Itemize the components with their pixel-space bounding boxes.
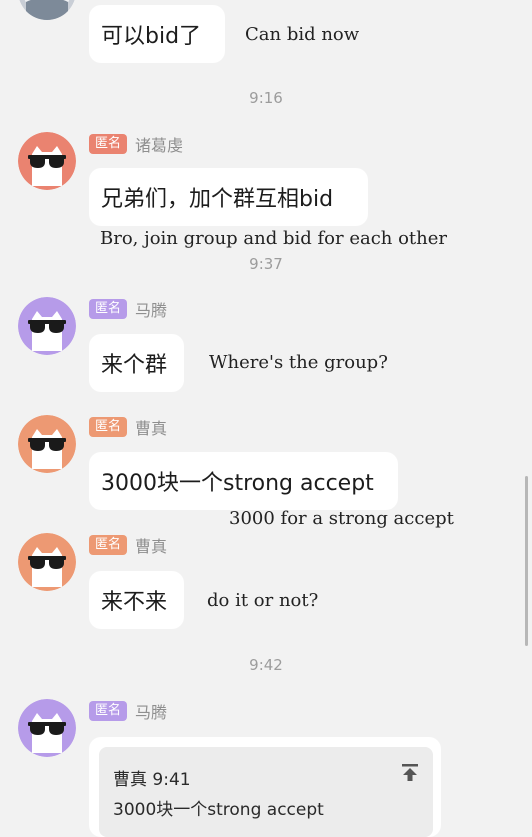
- anonymous-badge: 匿名: [89, 701, 128, 721]
- translation-text: Bro, join group and bid for each other: [100, 228, 448, 249]
- message-bubble[interactable]: 兄弟们，加个群互相bid: [89, 168, 368, 226]
- pin-top-icon[interactable]: [399, 761, 421, 783]
- anonymous-badge: 匿名: [89, 134, 128, 154]
- timestamp: 9:42: [249, 656, 283, 674]
- avatar-icon: [19, 0, 75, 20]
- avatar[interactable]: [18, 132, 76, 190]
- quote-inner[interactable]: 曹真 9:41 3000块一个strong accept: [99, 747, 433, 837]
- timestamp: 9:37: [249, 255, 283, 273]
- translation-text: 3000 for a strong accept: [229, 508, 454, 529]
- sender-name[interactable]: 诸葛虔: [135, 132, 183, 156]
- message-text: 3000块一个strong accept: [101, 471, 374, 496]
- message-text: 可以bid了: [101, 24, 202, 49]
- avatar[interactable]: [18, 533, 76, 591]
- sender-row: 匿名 马腾: [89, 298, 167, 320]
- anonymous-badge: 匿名: [89, 417, 128, 437]
- timestamp: 9:16: [249, 89, 283, 107]
- message-bubble[interactable]: 可以bid了: [89, 5, 225, 63]
- translation-text: Can bid now: [245, 24, 360, 45]
- sender-name[interactable]: 曹真: [135, 533, 167, 557]
- scrollbar[interactable]: [525, 476, 528, 646]
- sender-row: 匿名 马腾: [89, 700, 167, 722]
- sender-name[interactable]: 曹真: [135, 415, 167, 439]
- translation-text: Where's the group?: [209, 352, 388, 373]
- cat-sunglasses-avatar-icon: [18, 132, 76, 190]
- message-bubble[interactable]: 来不来: [89, 571, 184, 629]
- message-text: 兄弟们，加个群互相bid: [101, 187, 334, 212]
- message-bubble[interactable]: 3000块一个strong accept: [89, 452, 398, 510]
- translation-text: do it or not?: [207, 590, 319, 611]
- message-text: 来不来: [101, 590, 168, 615]
- avatar[interactable]: [18, 0, 76, 20]
- quote-header: 曹真 9:41: [113, 770, 191, 790]
- sender-row: 匿名 诸葛虔: [89, 133, 183, 155]
- quoted-message-card[interactable]: 曹真 9:41 3000块一个strong accept: [89, 737, 441, 837]
- cat-sunglasses-avatar-icon: [18, 415, 76, 473]
- cat-sunglasses-avatar-icon: [18, 699, 76, 757]
- quote-body: 3000块一个strong accept: [113, 800, 324, 820]
- avatar[interactable]: [18, 699, 76, 757]
- sender-row: 匿名 曹真: [89, 416, 167, 438]
- sender-name[interactable]: 马腾: [135, 297, 167, 321]
- cat-sunglasses-avatar-icon: [18, 297, 76, 355]
- message-text: 来个群: [101, 353, 168, 378]
- sender-row: 匿名 曹真: [89, 534, 167, 556]
- cat-sunglasses-avatar-icon: [18, 533, 76, 591]
- message-bubble[interactable]: 来个群: [89, 334, 184, 392]
- anonymous-badge: 匿名: [89, 535, 128, 555]
- avatar[interactable]: [18, 415, 76, 473]
- anonymous-badge: 匿名: [89, 299, 128, 319]
- sender-name[interactable]: 马腾: [135, 699, 167, 723]
- avatar[interactable]: [18, 297, 76, 355]
